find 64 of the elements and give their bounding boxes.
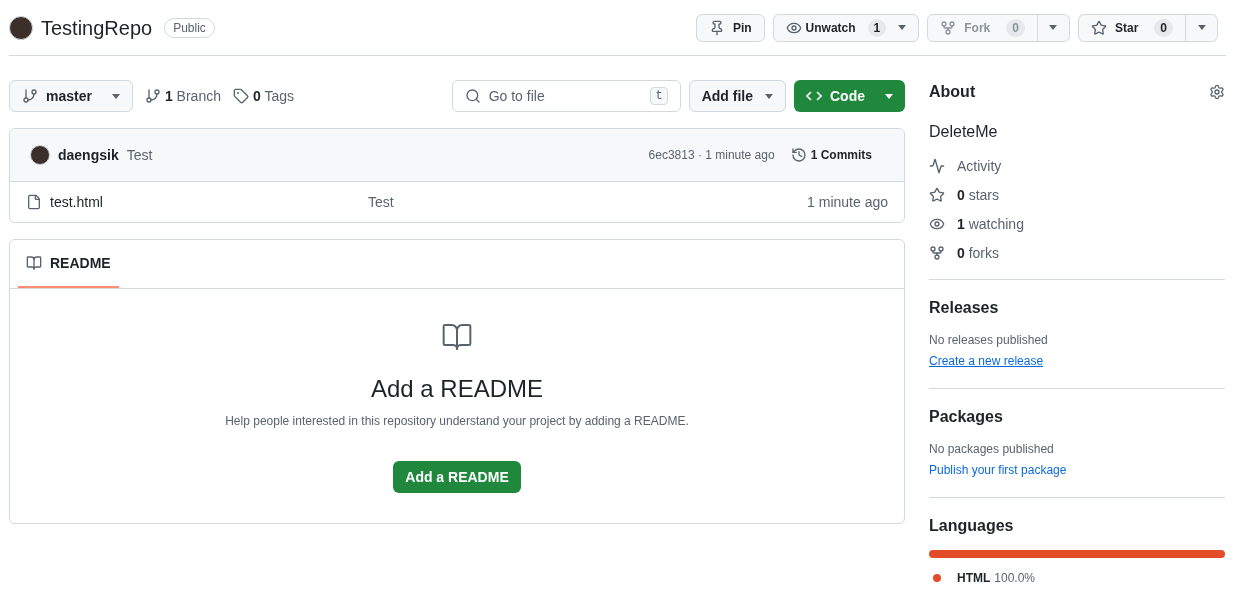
star-icon (929, 187, 945, 203)
star-button[interactable]: Star 0 (1078, 14, 1185, 41)
caret-icon (885, 93, 893, 99)
readme-description: Help people interested in this repository understand your project by adding a README. (225, 413, 689, 429)
section-title: Languages (929, 516, 1015, 536)
create-link[interactable]: Publish your first package (929, 463, 1067, 477)
commit-hash-time[interactable]: 6ec3813 · 1 minute ago (648, 147, 775, 163)
caret-icon (765, 93, 773, 99)
search-icon (464, 88, 481, 104)
fork-icon (940, 19, 957, 36)
add-readme-button[interactable]: Add a README (393, 461, 521, 493)
activity-icon (929, 158, 945, 174)
tag-icon (232, 88, 249, 104)
file-time: 1 minute ago (807, 193, 888, 212)
book-icon (26, 255, 42, 271)
stat-link[interactable]: 0 stars (957, 185, 1000, 205)
branch-icon (144, 88, 161, 104)
star-icon (1090, 19, 1107, 36)
eye-icon (929, 216, 945, 232)
code-button[interactable]: Code (794, 80, 905, 112)
empty-note: No packages published (929, 441, 1055, 457)
count-badge: 1 (867, 18, 887, 37)
section-title: Packages (929, 407, 1004, 427)
section-title: Releases (929, 298, 1000, 318)
commit-message[interactable]: Test (126, 145, 153, 165)
add-file-button[interactable]: Add file (688, 80, 786, 112)
book-icon (441, 321, 473, 353)
repo-description: DeleteMe (929, 122, 999, 142)
search-input[interactable]: Go to file (488, 86, 643, 106)
stat-link[interactable]: Activity (957, 156, 1002, 176)
caret-icon (111, 93, 120, 99)
readme-tab[interactable]: README (18, 240, 119, 288)
count-badge: 0 (1154, 18, 1173, 37)
count-badge: 0 (1006, 18, 1025, 37)
file-name[interactable]: test.html (50, 192, 368, 212)
caret-icon (1197, 25, 1206, 30)
commits-link[interactable]: 1 Commits (810, 147, 872, 163)
watch-button[interactable]: Unwatch 1 (772, 13, 920, 42)
tags-link[interactable]: 0 Tags (252, 86, 294, 106)
search-field[interactable]: Go to file t (451, 80, 681, 112)
readme-title: Add a README (370, 374, 544, 404)
file-commit-message[interactable]: Test (368, 192, 394, 212)
branches-link[interactable]: 1 Branch (164, 86, 221, 106)
caret-icon (898, 25, 907, 30)
file-icon (26, 194, 42, 210)
section-title: About (929, 82, 976, 102)
fork-icon (929, 245, 945, 261)
language-percent: 100.0% (994, 570, 1036, 586)
language-name[interactable]: HTML (957, 570, 991, 586)
repo-name[interactable]: TestingRepo (41, 13, 153, 42)
caret-icon (1049, 25, 1058, 30)
avatar (30, 145, 50, 165)
shortcut-key: t (650, 87, 668, 105)
empty-note: No releases published (929, 332, 1049, 348)
branch-button[interactable]: master (9, 80, 133, 112)
stat-link[interactable]: 0 forks (957, 243, 1000, 263)
history-icon (790, 147, 807, 163)
branch-icon (22, 88, 38, 104)
settings-icon[interactable] (1209, 84, 1225, 100)
create-link[interactable]: Create a new release (929, 354, 1044, 368)
stat-link[interactable]: 1 watching (957, 214, 1024, 234)
pin-button[interactable]: Pin (695, 13, 765, 42)
avatar (9, 15, 33, 40)
commit-author[interactable]: daengsik (58, 145, 119, 165)
